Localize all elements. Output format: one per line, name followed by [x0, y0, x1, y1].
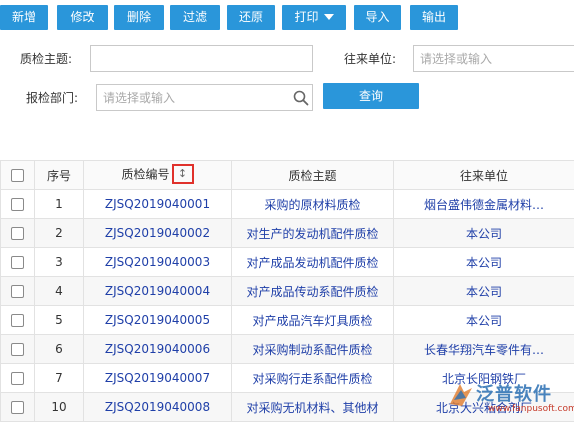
header-code-label: 质检编号 [121, 167, 170, 182]
dept-input[interactable] [96, 84, 313, 111]
row-partner[interactable]: 本公司 [393, 218, 574, 248]
partner-label: 往来单位: [344, 52, 397, 66]
query-button[interactable]: 查询 [323, 83, 419, 109]
edit-button[interactable]: 修改 [57, 5, 108, 30]
filter-button[interactable]: 过滤 [170, 5, 220, 30]
watermark-text: 泛普软件 [476, 384, 552, 405]
row-no: 4 [34, 276, 84, 306]
delete-button[interactable]: 删除 [114, 5, 164, 30]
row-code[interactable]: ZJSQ2019040008 [83, 392, 232, 422]
select-all-cell [0, 160, 35, 190]
row-checkbox[interactable] [11, 285, 24, 298]
import-button[interactable]: 导入 [354, 5, 401, 30]
row-no: 3 [34, 247, 84, 277]
row-no: 5 [34, 305, 84, 335]
table-row[interactable]: 4 ZJSQ2019040004 对产成品传动系配件质检 本公司 [0, 276, 574, 306]
restore-button[interactable]: 还原 [227, 5, 275, 30]
row-partner[interactable]: 本公司 [393, 276, 574, 306]
row-partner[interactable]: 长春华翔汽车零件有… [393, 334, 574, 364]
row-checkbox[interactable] [11, 343, 24, 356]
dept-label: 报检部门: [26, 91, 79, 105]
toolbar: 新增 修改 删除 过滤 还原 打印 导入 输出 [0, 0, 574, 34]
row-subject[interactable]: 对采购制动系配件质检 [231, 334, 394, 364]
row-partner[interactable]: 烟台盛伟德金属材料… [393, 189, 574, 219]
export-button[interactable]: 输出 [410, 5, 458, 30]
fanpu-logo-icon [450, 384, 472, 406]
subject-input[interactable] [90, 45, 313, 72]
row-code[interactable]: ZJSQ2019040006 [83, 334, 232, 364]
add-button[interactable]: 新增 [0, 5, 48, 30]
table-header-row: 序号 质检编号 ↕ 质检主题 往来单位 [0, 160, 574, 190]
row-subject[interactable]: 对采购无机材料、其他材 [231, 392, 394, 422]
row-no: 10 [34, 392, 84, 422]
row-checkbox[interactable] [11, 227, 24, 240]
header-code[interactable]: 质检编号 ↕ [83, 160, 232, 190]
row-checkbox[interactable] [11, 372, 24, 385]
row-subject[interactable]: 对产成品发动机配件质检 [231, 247, 394, 277]
print-label: 打印 [294, 10, 319, 24]
row-partner[interactable]: 本公司 [393, 305, 574, 335]
subject-label: 质检主题: [20, 52, 73, 66]
row-subject[interactable]: 对采购行走系配件质检 [231, 363, 394, 393]
row-subject[interactable]: 对产成品汽车灯具质检 [231, 305, 394, 335]
table-row[interactable]: 1 ZJSQ2019040001 采购的原材料质检 烟台盛伟德金属材料… [0, 189, 574, 219]
sort-icon[interactable]: ↕ [171, 164, 194, 184]
row-code[interactable]: ZJSQ2019040003 [83, 247, 232, 277]
table-row[interactable]: 2 ZJSQ2019040002 对生产的发动机配件质检 本公司 [0, 218, 574, 248]
header-partner[interactable]: 往来单位 [393, 160, 574, 190]
row-partner[interactable]: 本公司 [393, 247, 574, 277]
row-subject[interactable]: 对产成品传动系配件质检 [231, 276, 394, 306]
row-checkbox[interactable] [11, 198, 24, 211]
table-row[interactable]: 6 ZJSQ2019040006 对采购制动系配件质检 长春华翔汽车零件有… [0, 334, 574, 364]
header-subject[interactable]: 质检主题 [231, 160, 394, 190]
table-row[interactable]: 5 ZJSQ2019040005 对产成品汽车灯具质检 本公司 [0, 305, 574, 335]
table-row[interactable]: 3 ZJSQ2019040003 对产成品发动机配件质检 本公司 [0, 247, 574, 277]
watermark-url: www.fanpusoft.com [488, 404, 574, 414]
caret-down-icon [323, 14, 334, 20]
row-code[interactable]: ZJSQ2019040007 [83, 363, 232, 393]
row-code[interactable]: ZJSQ2019040005 [83, 305, 232, 335]
row-no: 1 [34, 189, 84, 219]
row-no: 2 [34, 218, 84, 248]
search-icon[interactable] [293, 90, 309, 106]
row-no: 7 [34, 363, 84, 393]
row-checkbox[interactable] [11, 401, 24, 414]
row-code[interactable]: ZJSQ2019040004 [83, 276, 232, 306]
partner-input[interactable] [413, 45, 574, 72]
row-no: 6 [34, 334, 84, 364]
row-checkbox[interactable] [11, 256, 24, 269]
print-button[interactable]: 打印 [282, 5, 346, 30]
row-code[interactable]: ZJSQ2019040002 [83, 218, 232, 248]
row-checkbox[interactable] [11, 314, 24, 327]
row-code[interactable]: ZJSQ2019040001 [83, 189, 232, 219]
row-subject[interactable]: 采购的原材料质检 [231, 189, 394, 219]
select-all-checkbox[interactable] [11, 169, 24, 182]
row-subject[interactable]: 对生产的发动机配件质检 [231, 218, 394, 248]
header-no[interactable]: 序号 [34, 160, 84, 190]
